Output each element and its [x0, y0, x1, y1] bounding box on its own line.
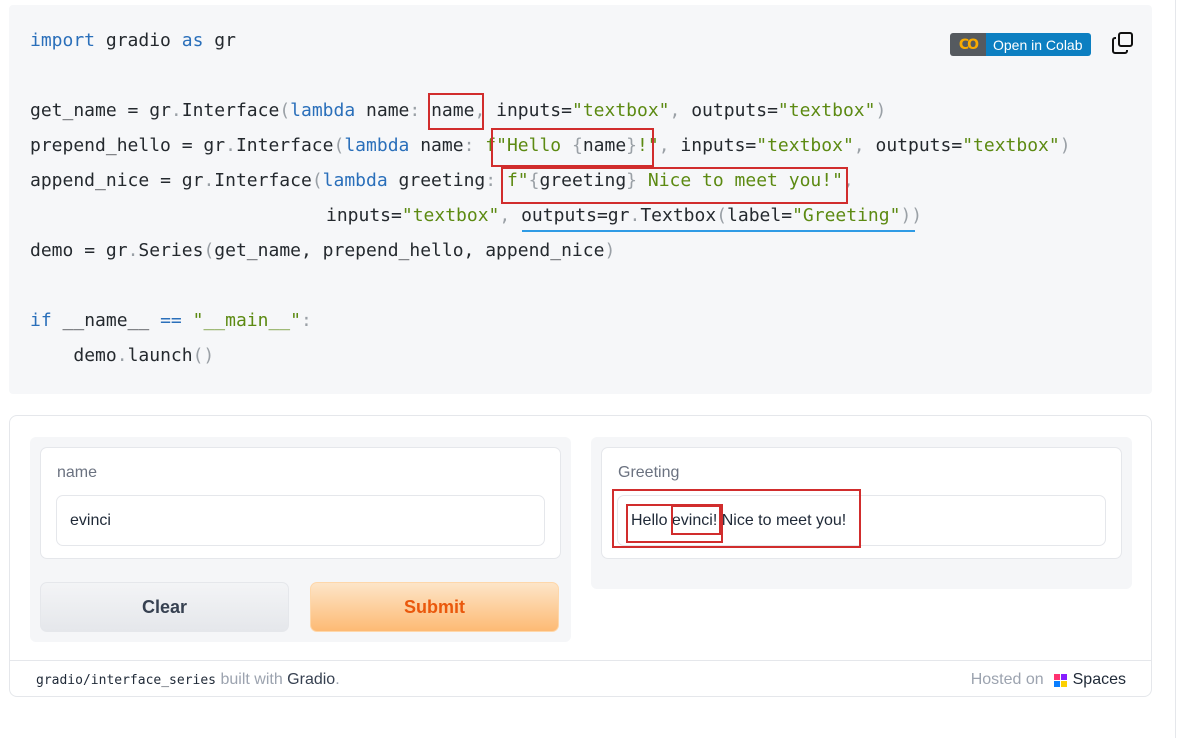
highlight-nice-fstring [501, 167, 848, 204]
colab-logo-icon: CO [950, 33, 986, 56]
submit-button[interactable]: Submit [310, 582, 559, 632]
highlight-name-body [428, 93, 484, 130]
hosted-on-text: Hosted on [970, 671, 1044, 688]
code-line-launch: demo.launch() [73, 345, 215, 366]
clear-button[interactable]: Clear [40, 582, 289, 632]
built-with-text: built with [220, 671, 283, 688]
name-label: name [57, 464, 98, 481]
code-line-demo: demo = gr.Series(get_name, prepend_hello… [30, 240, 616, 261]
demo-frame: name evinci Clear Submit Greeting Hello … [9, 415, 1152, 697]
footer-credits: gradio/interface_series built with Gradi… [36, 671, 340, 689]
copy-icon[interactable] [1111, 31, 1135, 55]
greeting-label: Greeting [618, 464, 680, 481]
footer-period: . [335, 671, 340, 688]
name-input-block: name evinci [40, 447, 561, 559]
code-line-get-name: get_name = gr.Interface(lambda name: nam… [30, 100, 887, 121]
footer-hosted: Hosted on Spaces [971, 671, 1126, 689]
open-in-colab-button[interactable]: CO Open in Colab [950, 33, 1091, 56]
code-line-import: import gradio as gr [30, 30, 236, 51]
code-line-if-main: if __name__ == "__main__": [30, 310, 312, 331]
underline-outputs-textbox [522, 230, 915, 232]
repo-name[interactable]: gradio/interface_series [36, 673, 216, 688]
footer: gradio/interface_series built with Gradi… [10, 660, 1151, 697]
gradio-link[interactable]: Gradio [287, 671, 335, 688]
colab-label: Open in Colab [986, 33, 1091, 56]
spaces-link[interactable]: Spaces [1073, 671, 1126, 689]
highlight-hello-fstring [491, 128, 654, 167]
page-edge-divider [1175, 0, 1176, 738]
code-block: import gradio as gr get_name = gr.Interfa… [9, 5, 1152, 394]
highlight-output-name [671, 505, 721, 535]
input-panel: name evinci Clear Submit [30, 437, 571, 642]
spaces-icon [1053, 673, 1067, 687]
name-textbox[interactable]: evinci [56, 495, 545, 546]
